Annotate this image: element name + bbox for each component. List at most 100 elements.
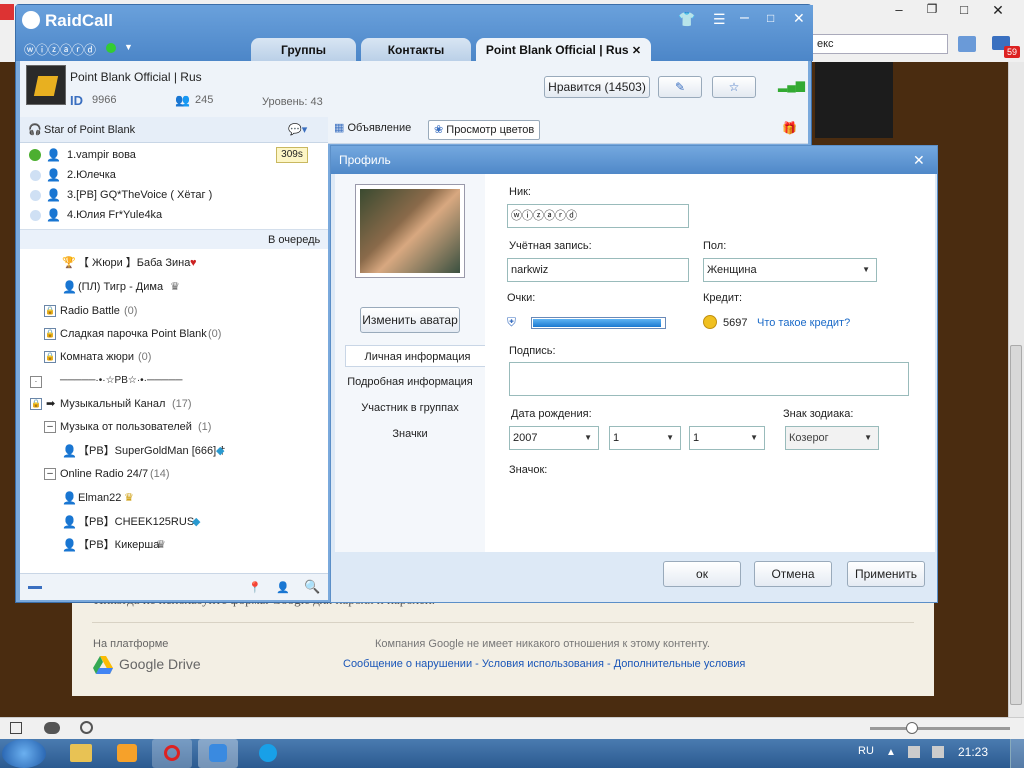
- scrollbar-thumb[interactable]: [1010, 345, 1022, 705]
- raidcall-taskbar-button[interactable]: [198, 739, 238, 768]
- zoom-slider[interactable]: [870, 727, 1010, 730]
- tray-expand-icon[interactable]: ▲: [886, 747, 896, 758]
- online-status-icon[interactable]: [106, 43, 116, 53]
- channel-toolbar: ▦ Объявление ❀ Просмотр цветов 🎁: [328, 117, 808, 144]
- skin-icon[interactable]: 👕: [678, 11, 695, 28]
- cloud-icon[interactable]: [44, 722, 60, 734]
- announce-button[interactable]: ▦ Объявление: [334, 121, 411, 134]
- current-username[interactable]: ⓦⓘⓩⓐⓡⓓ: [24, 41, 96, 58]
- change-avatar-button[interactable]: Изменить аватар: [360, 307, 460, 333]
- ok-button[interactable]: ок: [663, 561, 741, 587]
- clock[interactable]: 21:23: [958, 745, 988, 759]
- queue-item[interactable]: 👤 1.vampir вова: [20, 145, 328, 165]
- tree-channel[interactable]: 🔒 Сладкая парочка Point Blank (0): [20, 324, 328, 344]
- birth-month-select[interactable]: 1: [609, 426, 681, 450]
- raidcall-logo-icon: [22, 11, 40, 29]
- app-name: RaidCall: [45, 11, 114, 30]
- settings-icon[interactable]: ☰: [713, 11, 726, 28]
- favorite-button[interactable]: ☆: [712, 76, 756, 98]
- signature-field[interactable]: [509, 362, 909, 396]
- start-button[interactable]: [2, 739, 46, 768]
- tree-channel[interactable]: – Музыка от пользователей (1): [20, 417, 328, 437]
- show-desktop-button[interactable]: [1010, 739, 1024, 768]
- profile-dialog: Профиль ✕ Изменить аватар Личная информа…: [330, 145, 938, 603]
- skype-taskbar-button[interactable]: [248, 739, 288, 768]
- media-player-icon[interactable]: [117, 744, 137, 762]
- account-field[interactable]: narkwiz: [507, 258, 689, 282]
- star-icon: ☆: [728, 80, 740, 94]
- location-icon[interactable]: 📍: [248, 578, 262, 598]
- queue-item[interactable]: 👤 3.[PB] GQ*TheVoice ( Хётаг ): [20, 185, 328, 205]
- explorer-icon[interactable]: [70, 744, 92, 762]
- cancel-button[interactable]: Отмена: [754, 561, 832, 587]
- tree-channel[interactable]: 🔒 Radio Battle (0): [20, 301, 328, 321]
- gender-select[interactable]: Женщина: [703, 258, 877, 282]
- tree-separator[interactable]: · ─────·•·☆PB☆·•·─────: [20, 371, 328, 391]
- nav-detailed-info[interactable]: Подробная информация: [335, 371, 485, 393]
- collapse-icon[interactable]: ·: [30, 376, 42, 388]
- user-icon: 👤: [62, 280, 77, 294]
- user-search-icon[interactable]: 👤: [276, 578, 290, 598]
- tab-contacts[interactable]: Контакты: [361, 38, 471, 62]
- birth-day-select[interactable]: 1: [689, 426, 765, 450]
- collapse-icon[interactable]: –: [44, 468, 56, 480]
- avatar: [355, 184, 465, 278]
- channel-header[interactable]: 🎧 Star of Point Blank 💬▾: [20, 117, 328, 143]
- maximize-icon[interactable]: □: [950, 2, 978, 20]
- window-close-icon[interactable]: ✕: [793, 10, 805, 27]
- queue-item[interactable]: 👤 4.Юлия Fr*Yule4ka: [20, 205, 328, 225]
- tree-user[interactable]: 👤 (ПЛ) Тигр - Дима ♛: [20, 277, 328, 297]
- tree-channel[interactable]: 🔒 ➡ Музыкальный Канал (17): [20, 394, 328, 414]
- lock-icon: 🔒: [44, 328, 56, 340]
- user-icon: 👤: [46, 208, 61, 222]
- page-icon[interactable]: [958, 36, 976, 52]
- queue-item[interactable]: 👤 2.Юлечка: [20, 165, 328, 185]
- status-icon[interactable]: [10, 722, 22, 734]
- tab-groups[interactable]: Группы: [251, 38, 356, 62]
- tree-channel[interactable]: 🔒 Комната жюри (0): [20, 347, 328, 367]
- nav-badges[interactable]: Значки: [335, 423, 485, 445]
- nick-field[interactable]: ⓦⓘⓩⓐⓡⓓ: [507, 204, 689, 228]
- search-icon[interactable]: 🔍: [304, 577, 320, 597]
- restore-icon[interactable]: ❐: [918, 2, 946, 20]
- tree-user[interactable]: 👤 Elman22 ♛: [20, 488, 328, 508]
- tree-user[interactable]: 👤 【PB】SuperGoldMan [666] † ◆: [20, 441, 328, 461]
- collapse-icon[interactable]: –: [44, 421, 56, 433]
- minimize-icon[interactable]: –: [885, 2, 913, 20]
- members-icon: 👥: [175, 93, 190, 107]
- queue-button[interactable]: В очередь: [20, 229, 328, 249]
- gift-icon[interactable]: 🎁: [782, 121, 800, 139]
- status-dropdown-icon[interactable]: ▼: [124, 42, 133, 52]
- edit-profile-button[interactable]: ✎: [658, 76, 702, 98]
- speed-icon[interactable]: [80, 721, 93, 734]
- chat-icon[interactable]: 💬▾: [288, 117, 307, 143]
- tab-close-icon[interactable]: ✕: [632, 45, 641, 57]
- footer-links[interactable]: Сообщение о нарушении - Условия использо…: [343, 658, 745, 670]
- opera-taskbar-button[interactable]: [152, 739, 192, 768]
- browser-search-input[interactable]: екс: [812, 34, 948, 54]
- tree-channel[interactable]: – Online Radio 24/7 (14): [20, 464, 328, 484]
- platform-label: На платформе: [93, 638, 169, 650]
- close-icon[interactable]: ✕: [984, 2, 1012, 20]
- network-icon[interactable]: [908, 746, 920, 758]
- language-indicator[interactable]: RU: [858, 745, 874, 757]
- tree-user[interactable]: 👤 【PB】CHEEK125RUS ◆: [20, 512, 328, 532]
- nav-personal-info[interactable]: Личная информация: [345, 345, 489, 367]
- arrow-icon: ➡: [46, 398, 56, 410]
- window-maximize-icon[interactable]: □: [767, 11, 774, 25]
- tab-point-blank[interactable]: Point Blank Official | Rus ✕: [476, 38, 651, 62]
- flowers-button[interactable]: ❀ Просмотр цветов: [428, 120, 541, 140]
- tree-user[interactable]: 👤 【PB】Кикерша ♛: [20, 535, 328, 555]
- tree-user[interactable]: 🏆 【 Жюри 】Баба Зина ♥: [20, 253, 328, 273]
- volume-icon[interactable]: [932, 746, 944, 758]
- credit-label: Кредит:: [703, 292, 743, 304]
- zoom-slider-handle[interactable]: [906, 722, 918, 734]
- nav-group-member[interactable]: Участник в группах: [335, 397, 485, 419]
- apply-button[interactable]: Применить: [847, 561, 925, 587]
- credit-help-link[interactable]: Что такое кредит?: [757, 317, 850, 329]
- dialog-close-icon[interactable]: ✕: [913, 146, 925, 174]
- window-minimize-icon[interactable]: –: [740, 9, 749, 27]
- minus-icon[interactable]: [28, 586, 42, 589]
- like-button[interactable]: Нравится (14503): [544, 76, 650, 98]
- birth-year-select[interactable]: 2007: [509, 426, 599, 450]
